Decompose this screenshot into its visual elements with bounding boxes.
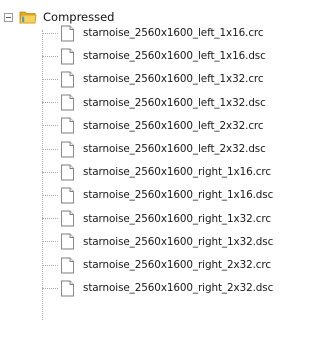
- file-icon: [61, 280, 74, 297]
- tree-connector-horizontal: [42, 171, 58, 173]
- tree-item-label: starnoise_2560x1600_left_1x32.dsc: [83, 96, 266, 109]
- tree-connector-horizontal: [42, 148, 58, 150]
- tree-item-file[interactable]: starnoise_2560x1600_right_1x16.crc: [42, 161, 271, 183]
- file-icon: [61, 94, 74, 111]
- tree-item-label: starnoise_2560x1600_right_1x16.dsc: [83, 189, 274, 202]
- tree-item-label: starnoise_2560x1600_right_2x32.crc: [83, 259, 271, 271]
- file-icon: [61, 48, 74, 65]
- tree-item-file[interactable]: starnoise_2560x1600_right_1x32.crc: [42, 208, 271, 230]
- folder-icon: [19, 11, 37, 24]
- tree-item-file[interactable]: starnoise_2560x1600_left_1x32.crc: [42, 68, 264, 90]
- tree-item-label: starnoise_2560x1600_left_2x32.dsc: [83, 143, 266, 155]
- tree-connector-horizontal: [42, 287, 58, 289]
- tree-item-file[interactable]: starnoise_2560x1600_left_1x32.dsc: [42, 92, 266, 114]
- tree-item-file[interactable]: starnoise_2560x1600_right_1x16.dsc: [42, 184, 273, 206]
- file-icon: [61, 25, 74, 41]
- tree-connector-horizontal: [42, 194, 58, 196]
- tree-item-label: starnoise_2560x1600_right_2x32.dsc: [83, 282, 274, 295]
- file-tree: Compressed starnoise_2560x1600_left_1x16…: [0, 0, 322, 337]
- file-icon: [61, 141, 74, 157]
- tree-item-file[interactable]: starnoise_2560x1600_right_2x32.crc: [42, 254, 271, 276]
- tree-connector-horizontal: [42, 55, 58, 57]
- tree-item-label: starnoise_2560x1600_right_1x32.dsc: [83, 235, 274, 248]
- tree-connector-horizontal: [42, 218, 58, 220]
- tree-item-label: starnoise_2560x1600_left_1x16.dsc: [83, 50, 266, 63]
- tree-item-file[interactable]: starnoise_2560x1600_right_1x32.dsc: [42, 231, 273, 253]
- tree-item-file[interactable]: starnoise_2560x1600_left_1x16.dsc: [42, 45, 266, 67]
- tree-item-file[interactable]: starnoise_2560x1600_left_1x16.crc: [42, 22, 264, 44]
- file-icon: [61, 257, 74, 273]
- file-icon: [61, 233, 74, 250]
- file-icon: [61, 210, 74, 227]
- file-icon: [61, 164, 74, 181]
- file-icon: [61, 117, 74, 134]
- tree-connector-horizontal: [42, 264, 58, 266]
- tree-connector-horizontal: [42, 125, 58, 127]
- tree-connector-horizontal: [42, 102, 58, 104]
- tree-connector-horizontal: [42, 32, 58, 34]
- tree-item-file[interactable]: starnoise_2560x1600_left_2x32.crc: [42, 115, 264, 137]
- tree-connector-horizontal: [42, 78, 58, 80]
- tree-item-file[interactable]: starnoise_2560x1600_right_2x32.dsc: [42, 277, 273, 299]
- file-icon: [61, 71, 74, 88]
- file-icon: [61, 187, 74, 204]
- tree-connector-horizontal: [42, 241, 58, 243]
- tree-item-label: starnoise_2560x1600_left_2x32.crc: [83, 119, 264, 132]
- tree-item-label: starnoise_2560x1600_right_1x16.crc: [83, 166, 271, 179]
- tree-item-label: starnoise_2560x1600_left_1x16.crc: [83, 27, 264, 39]
- tree-item-label: starnoise_2560x1600_left_1x32.crc: [83, 73, 264, 86]
- collapse-minus-icon[interactable]: [4, 12, 13, 22]
- tree-item-file[interactable]: starnoise_2560x1600_left_2x32.dsc: [42, 138, 266, 160]
- tree-item-label: starnoise_2560x1600_right_1x32.crc: [83, 212, 271, 225]
